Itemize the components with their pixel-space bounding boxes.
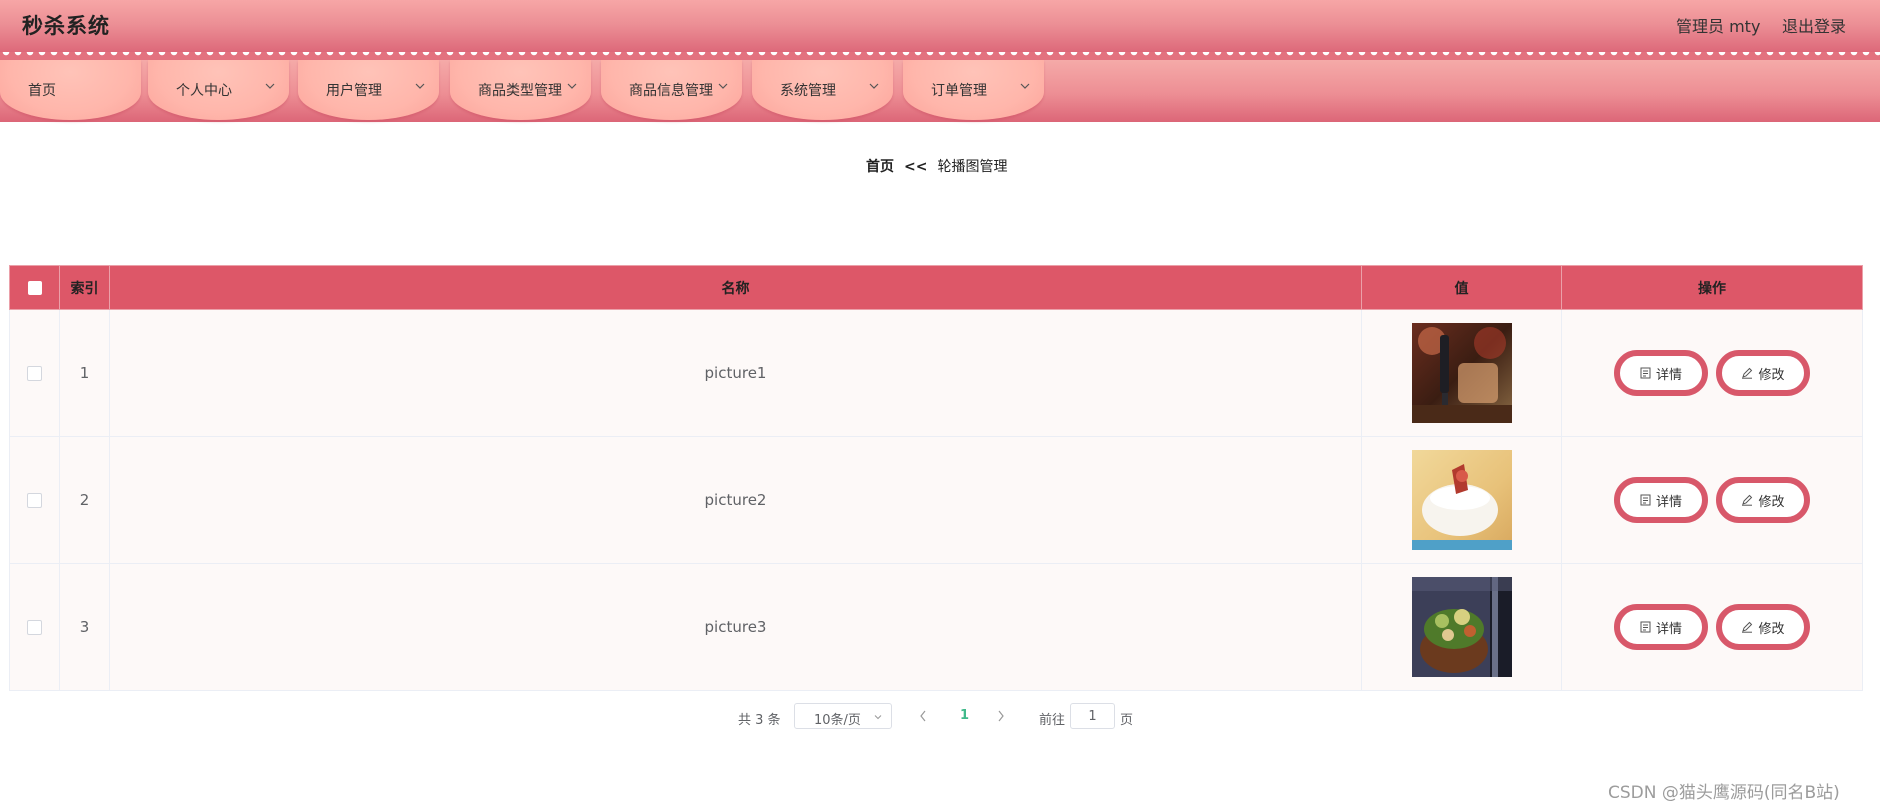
nav-item-personal-center[interactable]: 个人中心 [148, 60, 289, 120]
edit-button[interactable]: 修改 [1716, 477, 1810, 523]
logout-link[interactable]: 退出登录 [1782, 13, 1846, 37]
row-name: picture2 [109, 436, 1362, 564]
edit-button[interactable]: 修改 [1716, 350, 1810, 396]
next-page-icon[interactable] [996, 709, 1006, 723]
row-checkbox[interactable] [27, 493, 42, 508]
detail-button-label: 详情 [1655, 621, 1682, 637]
pagination-total: 共 3 条 [738, 713, 781, 728]
breadcrumb-separator: << [904, 159, 928, 175]
row-value-cell [1361, 309, 1562, 437]
nav-item-user-management[interactable]: 用户管理 [298, 60, 439, 120]
edit-pen-icon [1742, 367, 1753, 379]
chevron-down-icon [265, 83, 275, 89]
document-icon [1640, 494, 1651, 506]
page-size-select[interactable]: 10条/页 [794, 703, 892, 729]
row-checkbox[interactable] [27, 366, 42, 381]
chevron-down-icon [874, 715, 882, 720]
row-index: 3 [59, 563, 110, 691]
app-title: 秒杀系统 [22, 14, 110, 38]
chevron-down-icon [718, 83, 728, 89]
nav-item-order-management[interactable]: 订单管理 [903, 60, 1044, 120]
edit-button[interactable]: 修改 [1716, 604, 1810, 650]
detail-button[interactable]: 详情 [1614, 350, 1708, 396]
page-number-current[interactable]: 1 [960, 708, 969, 723]
edit-pen-icon [1742, 494, 1753, 506]
nav-item-home[interactable]: 首页 [0, 60, 141, 120]
select-all-cell [9, 265, 60, 310]
detail-button-label: 详情 [1655, 367, 1682, 383]
row-value-cell [1361, 563, 1562, 691]
table-row: 1 picture1 详情 修改 [9, 309, 1863, 437]
column-header-index: 索引 [59, 265, 110, 310]
page-suffix: 页 [1120, 713, 1134, 728]
column-header-value: 值 [1361, 265, 1562, 310]
goto-page-input[interactable] [1070, 703, 1115, 729]
document-icon [1640, 367, 1651, 379]
column-header-name: 名称 [109, 265, 1362, 310]
chevron-down-icon [567, 83, 577, 89]
row-checkbox[interactable] [27, 620, 42, 635]
row-name: picture3 [109, 563, 1362, 691]
nav-item-label: 订单管理 [931, 83, 987, 99]
header-scallop-divider [0, 52, 1880, 60]
page-size-value: 10条/页 [814, 713, 861, 728]
nav-item-product-type-management[interactable]: 商品类型管理 [450, 60, 591, 120]
table-row: 3 picture3 详情 修改 [9, 563, 1863, 691]
main-nav: 首页 个人中心 用户管理 商品类型管理 商品信息管理 系统管理 订单管理 [0, 60, 1880, 122]
column-header-actions: 操作 [1561, 265, 1863, 310]
edit-button-label: 修改 [1758, 367, 1785, 383]
row-actions-cell: 详情 修改 [1561, 309, 1863, 437]
breadcrumb-home[interactable]: 首页 [866, 159, 894, 175]
nav-item-label: 个人中心 [176, 83, 232, 99]
chevron-down-icon [1020, 83, 1030, 89]
detail-button[interactable]: 详情 [1614, 604, 1708, 650]
row-value-cell [1361, 436, 1562, 564]
goto-label: 前往 [1039, 713, 1066, 728]
edit-pen-icon [1742, 621, 1753, 633]
breadcrumb-current: 轮播图管理 [937, 159, 1008, 175]
nav-item-system-management[interactable]: 系统管理 [752, 60, 893, 120]
nav-item-label: 商品类型管理 [478, 83, 562, 99]
select-all-checkbox[interactable] [27, 280, 42, 295]
row-select-cell [9, 563, 60, 691]
row-actions-cell: 详情 修改 [1561, 563, 1863, 691]
nav-item-label: 用户管理 [326, 83, 382, 99]
nav-item-product-info-management[interactable]: 商品信息管理 [601, 60, 742, 120]
edit-button-label: 修改 [1758, 494, 1785, 510]
nav-item-label: 商品信息管理 [629, 83, 713, 99]
row-select-cell [9, 436, 60, 564]
detail-button[interactable]: 详情 [1614, 477, 1708, 523]
row-index: 2 [59, 436, 110, 564]
watermark: CSDN @猫头鹰源码(同名B站) [1608, 783, 1840, 803]
detail-button-label: 详情 [1655, 494, 1682, 510]
chevron-down-icon [869, 83, 879, 89]
document-icon [1640, 621, 1651, 633]
banner-table: 索引 名称 值 操作 1 picture1 详情 修改 2 picture2 详… [9, 265, 1863, 691]
nav-item-label: 首页 [28, 83, 56, 99]
chevron-down-icon [415, 83, 425, 89]
banner-thumbnail[interactable] [1411, 577, 1512, 677]
pagination: 共 3 条 10条/页 1 前往 页 [0, 703, 1880, 733]
edit-button-label: 修改 [1758, 621, 1785, 637]
breadcrumb: 首页 << 轮播图管理 [866, 156, 1007, 176]
row-select-cell [9, 309, 60, 437]
top-header: 秒杀系统 管理员 mty 退出登录 [0, 0, 1880, 54]
row-index: 1 [59, 309, 110, 437]
banner-thumbnail[interactable] [1411, 323, 1512, 423]
table-header-row: 索引 名称 值 操作 [9, 265, 1863, 310]
prev-page-icon[interactable] [918, 709, 928, 723]
row-actions-cell: 详情 修改 [1561, 436, 1863, 564]
banner-thumbnail[interactable] [1411, 450, 1512, 550]
nav-item-label: 系统管理 [780, 83, 836, 99]
current-user-label: 管理员 mty [1676, 17, 1761, 36]
table-row: 2 picture2 详情 修改 [9, 436, 1863, 564]
row-name: picture1 [109, 309, 1362, 437]
